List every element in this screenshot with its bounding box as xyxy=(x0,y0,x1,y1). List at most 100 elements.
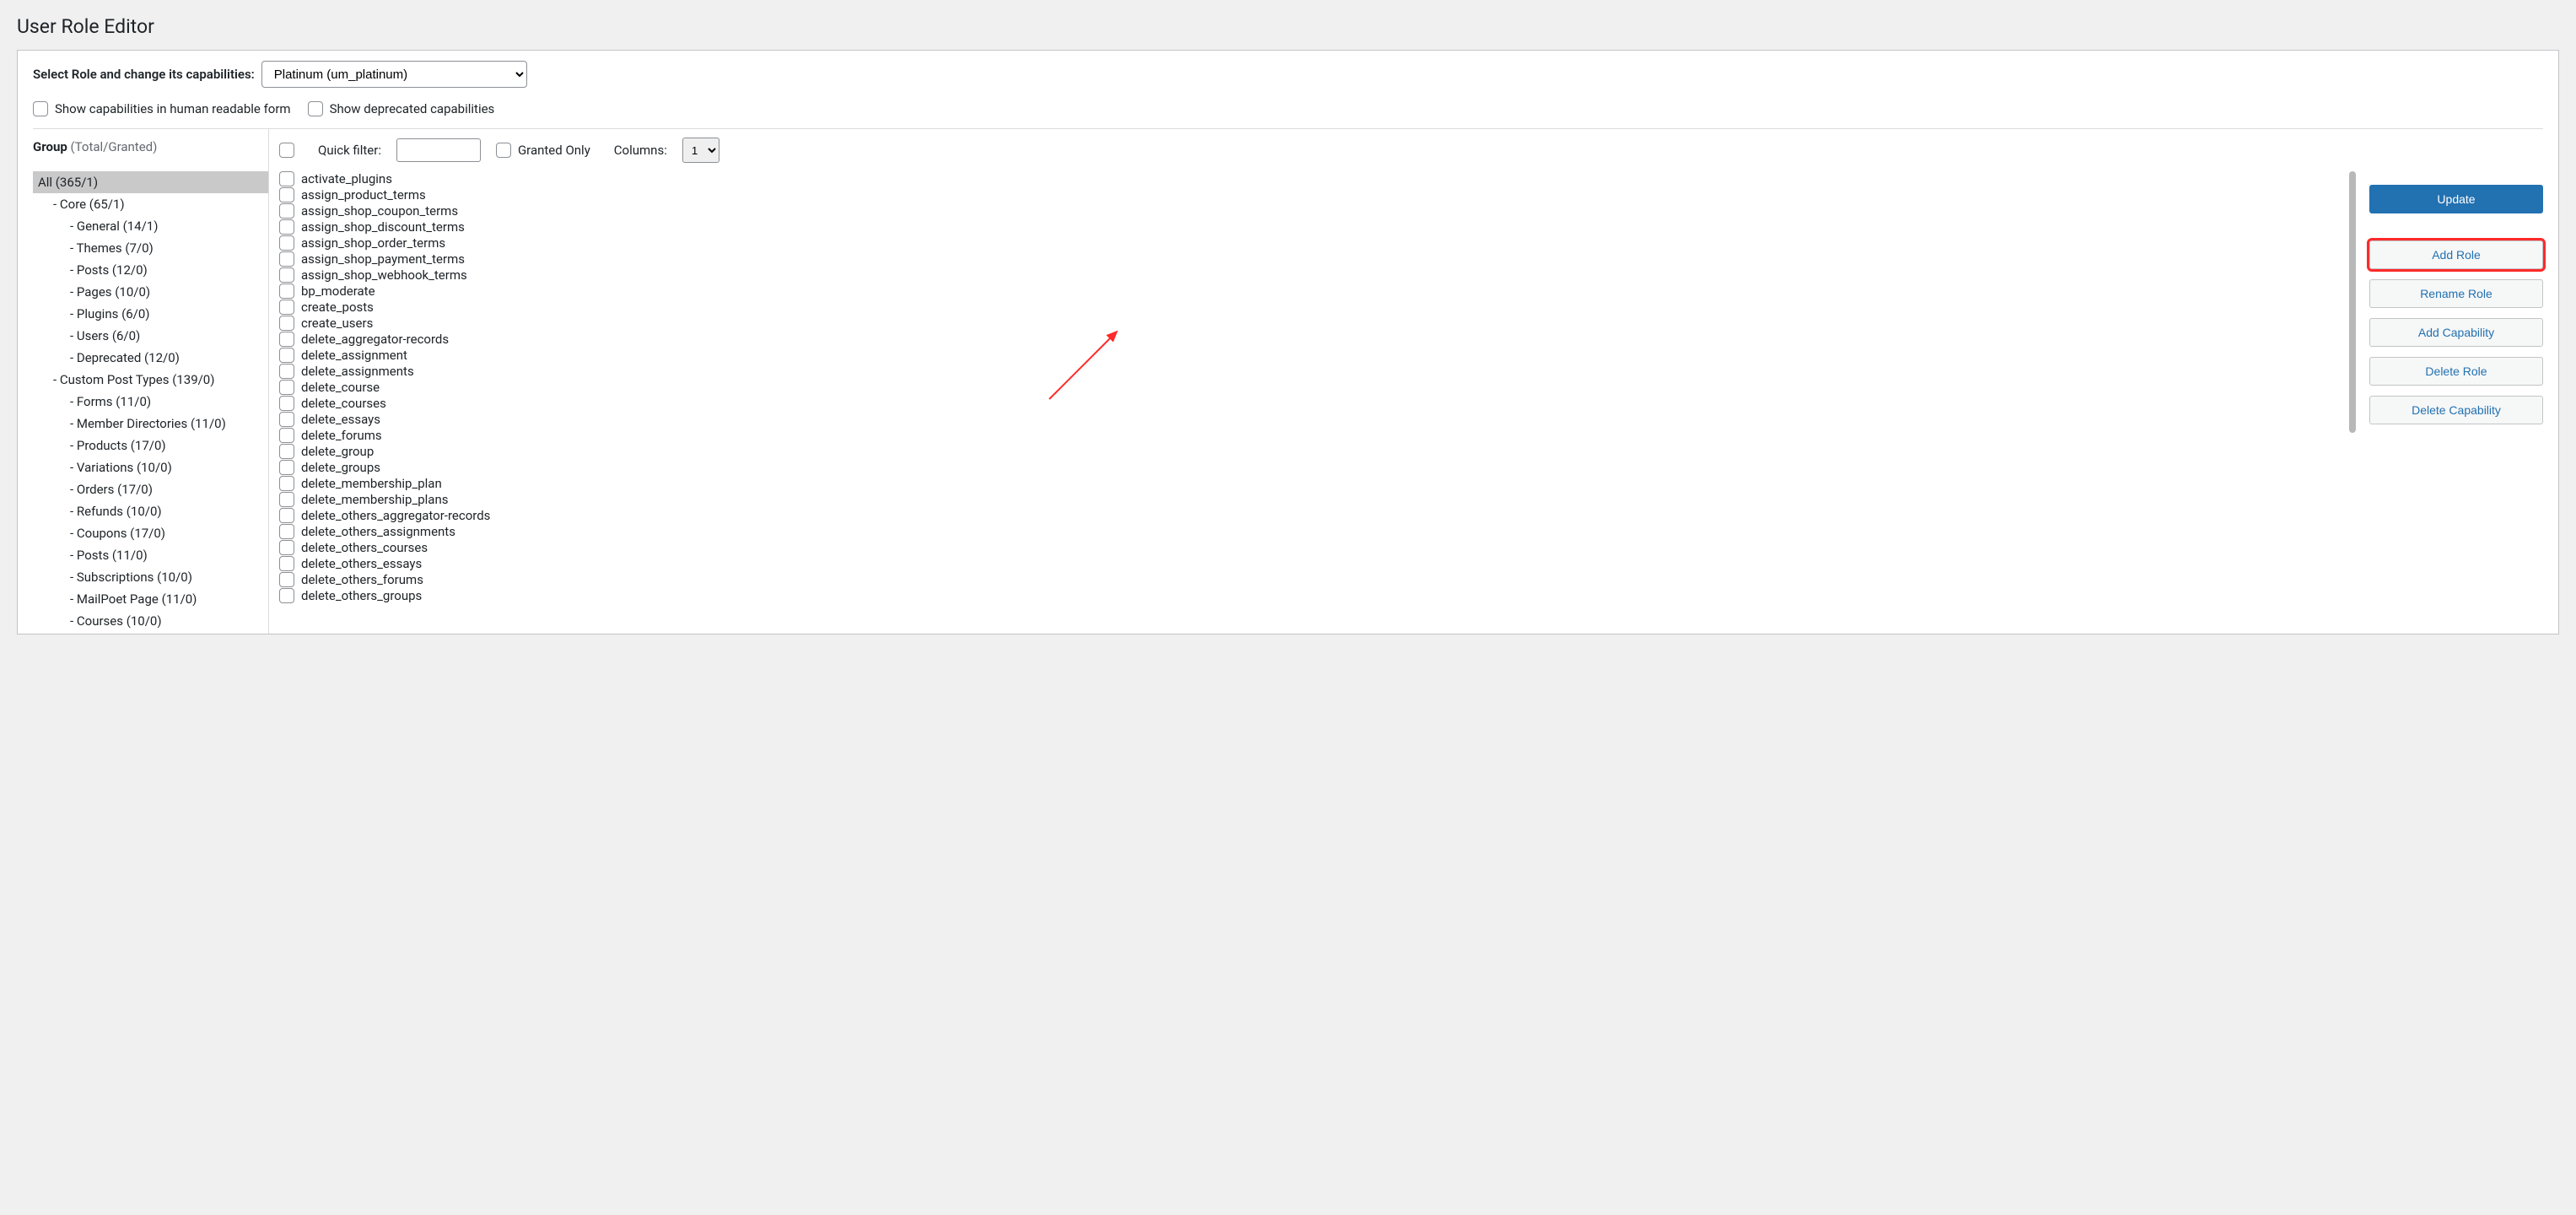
capability-checkbox[interactable] xyxy=(279,476,294,491)
group-item[interactable]: Themes (7/0) xyxy=(33,237,268,259)
capability-checkbox[interactable] xyxy=(279,588,294,603)
group-item[interactable]: MailPoet Page (11/0) xyxy=(33,588,268,610)
capability-row: delete_others_essays xyxy=(279,556,2346,572)
capability-row: create_posts xyxy=(279,300,2346,316)
capability-label: delete_others_essays xyxy=(301,556,422,571)
capability-checkbox[interactable] xyxy=(279,540,294,555)
capability-row: delete_others_groups xyxy=(279,588,2346,604)
scrollbar-thumb[interactable] xyxy=(2349,171,2356,433)
group-item[interactable]: Orders (17/0) xyxy=(33,478,268,500)
group-item[interactable]: Member Directories (11/0) xyxy=(33,413,268,435)
capability-row: assign_shop_coupon_terms xyxy=(279,203,2346,219)
group-item[interactable]: Forms (11/0) xyxy=(33,391,268,413)
capability-label: delete_assignment xyxy=(301,348,407,363)
delete-capability-button[interactable]: Delete Capability xyxy=(2369,396,2543,424)
group-item[interactable]: Refunds (10/0) xyxy=(33,500,268,522)
capability-checkbox[interactable] xyxy=(279,171,294,186)
capability-label: delete_others_aggregator-records xyxy=(301,508,490,523)
capability-checkbox[interactable] xyxy=(279,251,294,267)
capability-checkbox[interactable] xyxy=(279,460,294,475)
add-capability-button[interactable]: Add Capability xyxy=(2369,318,2543,347)
capability-checkbox[interactable] xyxy=(279,316,294,331)
role-select[interactable]: Platinum (um_platinum) xyxy=(261,61,527,88)
capability-checkbox[interactable] xyxy=(279,235,294,251)
group-item[interactable]: Subscriptions (10/0) xyxy=(33,566,268,588)
add-role-button[interactable]: Add Role xyxy=(2369,240,2543,269)
capability-checkbox[interactable] xyxy=(279,267,294,283)
group-sidebar: Group (Total/Granted) All (365/1)Core (6… xyxy=(33,129,269,634)
scrollbar[interactable] xyxy=(2349,171,2356,634)
capability-row: delete_forums xyxy=(279,428,2346,444)
group-item[interactable]: Courses (10/0) xyxy=(33,610,268,632)
capability-row: delete_membership_plan xyxy=(279,476,2346,492)
capability-checkbox[interactable] xyxy=(279,364,294,379)
capability-label: delete_others_courses xyxy=(301,540,428,555)
capability-label: delete_others_assignments xyxy=(301,524,455,539)
capability-label: assign_shop_webhook_terms xyxy=(301,267,467,283)
capability-row: delete_others_aggregator-records xyxy=(279,508,2346,524)
capability-row: assign_shop_discount_terms xyxy=(279,219,2346,235)
quick-filter-input[interactable] xyxy=(396,138,481,162)
capability-checkbox[interactable] xyxy=(279,444,294,459)
capability-label: delete_essays xyxy=(301,412,380,427)
capabilities-column: Quick filter: Granted Only Columns: 1 ac… xyxy=(269,129,2543,634)
capability-label: delete_forums xyxy=(301,428,382,443)
human-readable-checkbox[interactable] xyxy=(33,101,48,116)
capability-checkbox[interactable] xyxy=(279,219,294,235)
capability-label: assign_shop_coupon_terms xyxy=(301,203,458,219)
rename-role-button[interactable]: Rename Role xyxy=(2369,279,2543,308)
select-role-label: Select Role and change its capabilities: xyxy=(33,67,255,82)
capability-checkbox[interactable] xyxy=(279,203,294,219)
capability-label: delete_others_groups xyxy=(301,588,422,603)
capability-label: activate_plugins xyxy=(301,171,392,186)
capability-row: delete_others_assignments xyxy=(279,524,2346,540)
capability-checkbox[interactable] xyxy=(279,556,294,571)
capability-label: assign_product_terms xyxy=(301,187,426,202)
group-item[interactable]: Core (65/1) xyxy=(33,193,268,215)
group-item[interactable]: Posts (12/0) xyxy=(33,259,268,281)
capability-checkbox[interactable] xyxy=(279,284,294,299)
capability-checkbox[interactable] xyxy=(279,300,294,315)
capability-label: create_users xyxy=(301,316,373,331)
group-item[interactable]: Products (17/0) xyxy=(33,435,268,456)
delete-role-button[interactable]: Delete Role xyxy=(2369,357,2543,386)
capability-row: delete_others_courses xyxy=(279,540,2346,556)
group-item[interactable]: Pages (10/0) xyxy=(33,281,268,303)
capability-row: delete_aggregator-records xyxy=(279,332,2346,348)
capability-label: bp_moderate xyxy=(301,284,375,299)
capability-checkbox[interactable] xyxy=(279,428,294,443)
group-item[interactable]: All (365/1) xyxy=(33,171,268,193)
deprecated-label: Show deprecated capabilities xyxy=(330,101,495,116)
page-title: User Role Editor xyxy=(0,0,2576,50)
capability-checkbox[interactable] xyxy=(279,396,294,411)
capability-checkbox[interactable] xyxy=(279,348,294,363)
capability-checkbox[interactable] xyxy=(279,508,294,523)
capability-row: assign_shop_webhook_terms xyxy=(279,267,2346,284)
group-item[interactable]: General (14/1) xyxy=(33,215,268,237)
select-all-checkbox[interactable] xyxy=(279,143,294,158)
capability-checkbox[interactable] xyxy=(279,412,294,427)
group-item[interactable]: Variations (10/0) xyxy=(33,456,268,478)
capability-checkbox[interactable] xyxy=(279,187,294,202)
capabilities-scroll[interactable]: activate_pluginsassign_product_termsassi… xyxy=(279,171,2346,634)
capability-checkbox[interactable] xyxy=(279,332,294,347)
capability-checkbox[interactable] xyxy=(279,492,294,507)
granted-only-checkbox[interactable] xyxy=(496,143,511,158)
capability-label: delete_courses xyxy=(301,396,386,411)
capability-row: delete_course xyxy=(279,380,2346,396)
group-item[interactable]: Coupons (17/0) xyxy=(33,522,268,544)
capability-label: delete_aggregator-records xyxy=(301,332,449,347)
columns-select[interactable]: 1 xyxy=(682,138,719,163)
capability-checkbox[interactable] xyxy=(279,524,294,539)
update-button[interactable]: Update xyxy=(2369,185,2543,213)
group-item[interactable]: Users (6/0) xyxy=(33,325,268,347)
capability-checkbox[interactable] xyxy=(279,380,294,395)
capability-row: delete_others_forums xyxy=(279,572,2346,588)
capability-checkbox[interactable] xyxy=(279,572,294,587)
group-item[interactable]: Plugins (6/0) xyxy=(33,303,268,325)
capability-row: delete_courses xyxy=(279,396,2346,412)
group-item[interactable]: Posts (11/0) xyxy=(33,544,268,566)
group-item[interactable]: Deprecated (12/0) xyxy=(33,347,268,369)
deprecated-checkbox[interactable] xyxy=(308,101,323,116)
group-item[interactable]: Custom Post Types (139/0) xyxy=(33,369,268,391)
